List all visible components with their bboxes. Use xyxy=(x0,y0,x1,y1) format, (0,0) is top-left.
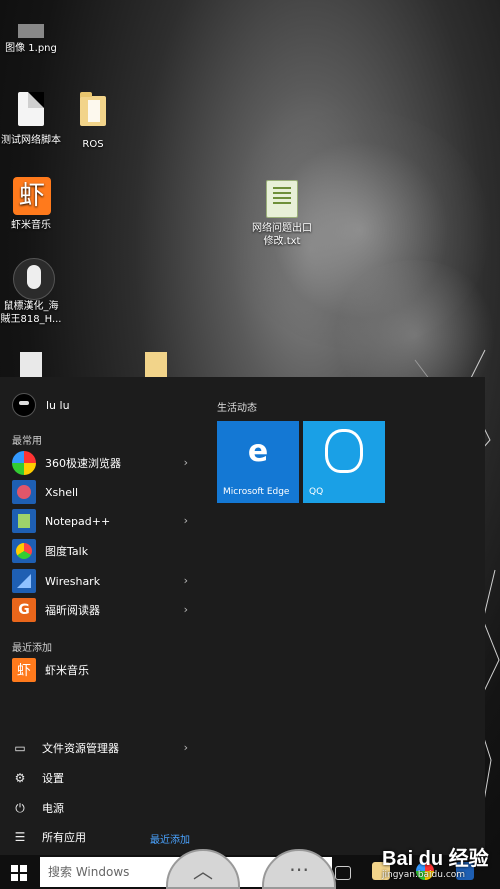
most-used-heading: 最常用 xyxy=(12,436,42,447)
settings-gear-icon: ⚙ xyxy=(14,771,26,785)
xiami-music-icon: 虾 xyxy=(13,177,51,217)
menu-item-label: 所有应用 xyxy=(42,831,86,844)
app-item-tudotalk[interactable]: 图度Talk xyxy=(12,538,200,564)
keyboard-dots-icon: ⋯ xyxy=(289,857,309,881)
user-name: lu lu xyxy=(46,398,70,412)
watermark-url: jingyan.baidu.com xyxy=(382,870,466,880)
notepad-plus-icon xyxy=(12,509,36,533)
tile-microsoft-edge[interactable]: e Microsoft Edge xyxy=(217,421,299,503)
menu-item-label: 设置 xyxy=(42,772,64,785)
app-item-label: Xshell xyxy=(45,485,79,499)
start-menu: lu lu 最常用 360极速浏览器 › Xshell Notepad++ › … xyxy=(0,377,485,855)
chevron-up-icon: ︿ xyxy=(193,858,213,883)
menu-item-label: 文件资源管理器 xyxy=(42,742,119,755)
app-item-label: 图度Talk xyxy=(45,545,89,558)
tiles-group-title: 生活动态 xyxy=(217,403,257,414)
xshell-icon xyxy=(12,480,36,504)
foxit-reader-icon: G xyxy=(12,598,36,622)
mouse-icon xyxy=(13,258,55,300)
app-item-label: Wireshark xyxy=(45,574,101,588)
app-item-label: 福昕阅读器 xyxy=(45,604,100,617)
task-view-icon[interactable] xyxy=(335,866,351,880)
desktop-icon-label: 虾米音乐 xyxy=(11,220,51,231)
desktop-icon-label: 鼠標漢化_海賊王818_H... xyxy=(0,301,62,325)
menu-file-explorer[interactable]: ▭ 文件资源管理器 › xyxy=(12,737,200,759)
menu-item-label: 电源 xyxy=(42,802,64,815)
app-item-label: Notepad++ xyxy=(45,514,111,528)
file-explorer-icon: ▭ xyxy=(14,741,26,755)
partial-file-icon xyxy=(20,352,42,378)
menu-settings[interactable]: ⚙ 设置 xyxy=(12,767,200,789)
image-file-icon xyxy=(18,24,44,38)
text-file-icon xyxy=(264,180,300,220)
desktop-icon-xiami[interactable]: 虾 虾米音乐 xyxy=(0,177,76,232)
recently-added-link[interactable]: 最近添加 xyxy=(150,831,190,846)
app-item-foxit-reader[interactable]: G 福昕阅读器 › xyxy=(12,597,200,623)
wireshark-icon xyxy=(12,569,36,593)
edge-icon: e xyxy=(247,434,269,469)
chevron-right-icon[interactable]: › xyxy=(184,514,188,527)
baidu-jingyan-watermark: Bai du 经验 jingyan.baidu.com xyxy=(378,842,496,888)
app-item-notepad-plus[interactable]: Notepad++ › xyxy=(12,508,200,534)
document-icon xyxy=(13,92,49,132)
app-item-label: 虾米音乐 xyxy=(45,664,89,677)
all-apps-icon: ☰ xyxy=(14,830,26,844)
browser-360-icon xyxy=(12,451,36,475)
recently-added-heading: 最近添加 xyxy=(12,643,52,654)
desktop-icon-txt-file[interactable]: 网络问题出口修改.txt xyxy=(237,180,327,248)
desktop-icon-label: 图像 1.png xyxy=(5,43,57,54)
app-item-label: 360极速浏览器 xyxy=(45,457,121,470)
chevron-right-icon[interactable]: › xyxy=(184,574,188,587)
chevron-right-icon[interactable]: › xyxy=(184,741,188,754)
tile-label: QQ xyxy=(309,487,324,497)
app-item-wireshark[interactable]: Wireshark › xyxy=(12,568,200,594)
app-item-xiami-music[interactable]: 虾 虾米音乐 xyxy=(12,657,200,683)
start-menu-left-pane: lu lu 最常用 360极速浏览器 › Xshell Notepad++ › … xyxy=(0,377,200,855)
app-item-360-browser[interactable]: 360极速浏览器 › xyxy=(12,450,200,476)
desktop-icon-ros-folder[interactable]: ROS xyxy=(48,92,138,151)
menu-power[interactable]: ⏻ 电源 xyxy=(12,797,200,819)
xiami-music-icon: 虾 xyxy=(12,658,36,682)
user-avatar xyxy=(12,393,36,417)
tile-qq[interactable]: QQ xyxy=(303,421,385,503)
desktop-icon-label: 网络问题出口修改.txt xyxy=(252,223,312,247)
windows-start-icon[interactable] xyxy=(11,865,27,881)
chevron-right-icon[interactable]: › xyxy=(184,603,188,616)
partial-folder-icon xyxy=(145,352,167,378)
tile-label: Microsoft Edge xyxy=(223,487,290,497)
qq-penguin-icon xyxy=(325,429,363,473)
power-icon: ⏻ xyxy=(15,800,25,815)
watermark-logo-text: Bai du 经验 xyxy=(382,848,489,870)
app-item-xshell[interactable]: Xshell xyxy=(12,479,200,505)
folder-icon xyxy=(75,92,111,136)
user-account[interactable]: lu lu xyxy=(12,393,70,417)
desktop-icon-label: ROS xyxy=(82,139,104,150)
desktop-icon-mouse-pack[interactable]: 鼠標漢化_海賊王818_H... xyxy=(0,258,76,326)
desktop-icon-image[interactable]: 图像 1.png xyxy=(0,24,76,55)
tudotalk-icon xyxy=(12,539,36,563)
chevron-right-icon[interactable]: › xyxy=(184,456,188,469)
